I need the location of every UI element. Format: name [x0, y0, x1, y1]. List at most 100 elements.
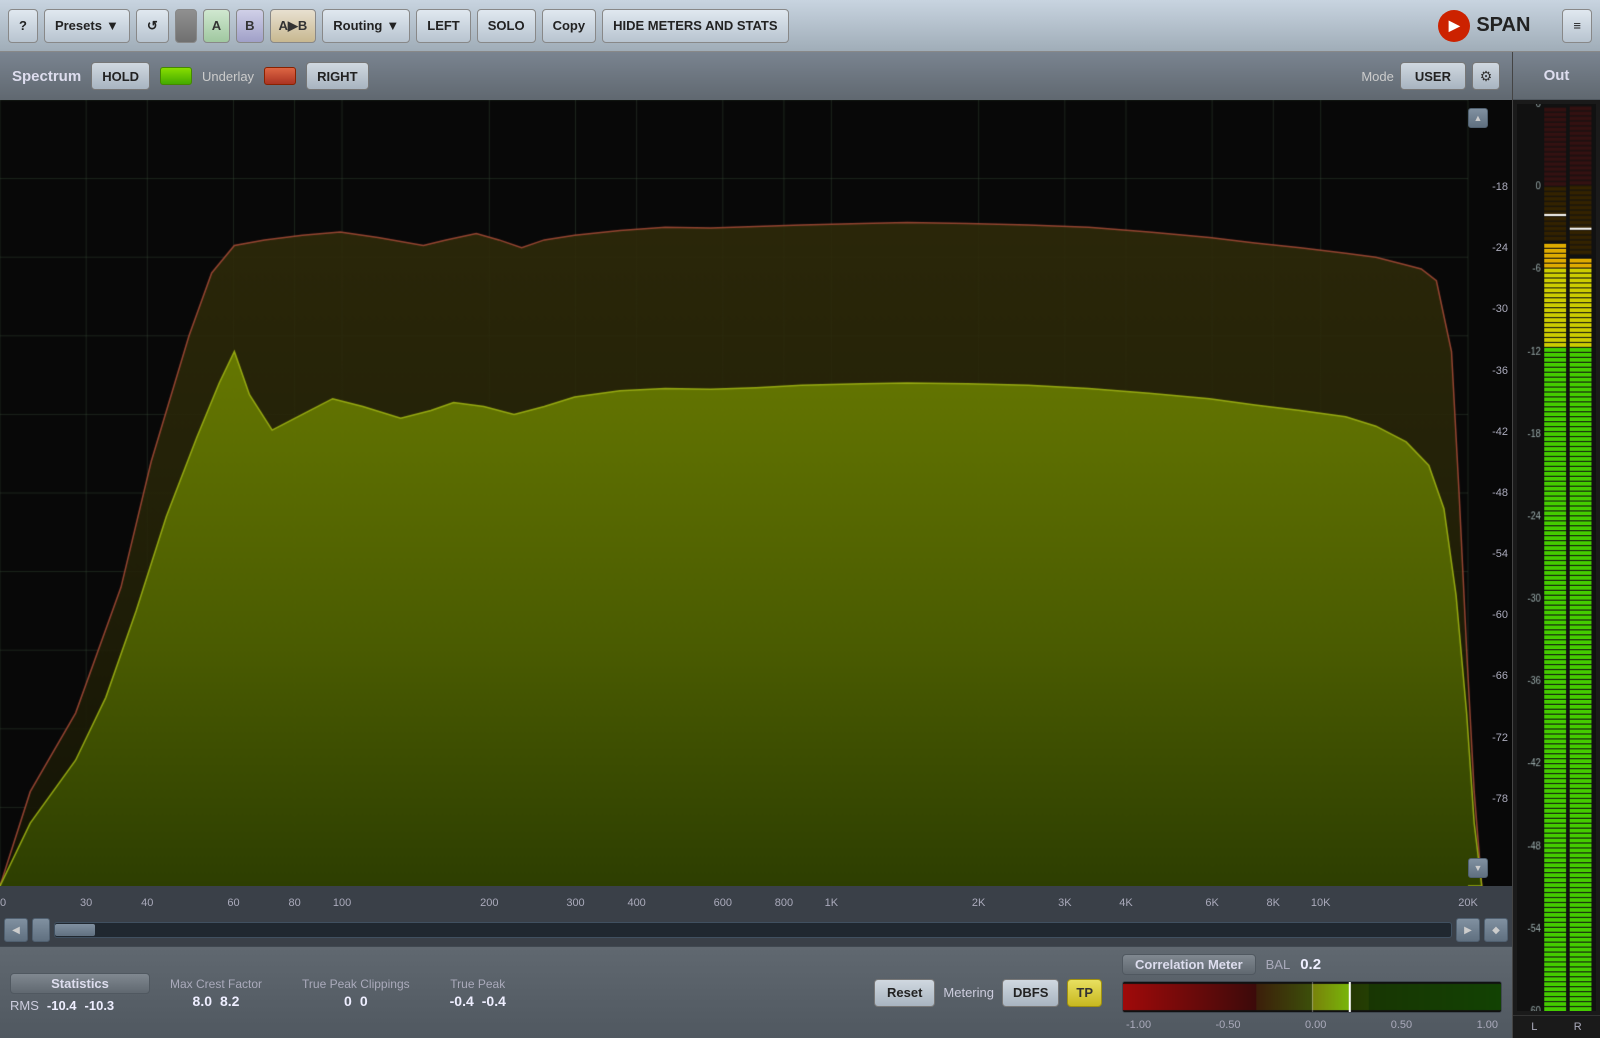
bal-label: BAL [1266, 957, 1291, 972]
rms-r-value: -10.3 [85, 998, 115, 1013]
freq-label-3K: 3K [1058, 897, 1071, 909]
true-peak-clips-l: 0 [344, 993, 352, 1009]
brand-icon: ▶ [1438, 10, 1470, 42]
brand-name: SPAN [1476, 14, 1530, 37]
freq-label-300: 300 [566, 897, 584, 909]
freq-label-200: 200 [480, 897, 498, 909]
correlation-section: Correlation Meter BAL 0.2 -1.00 -0.50 0.… [1122, 954, 1502, 1031]
copy-button[interactable]: Copy [542, 9, 597, 43]
presets-arrow-icon: ▼ [106, 18, 119, 33]
freq-label-60: 60 [227, 897, 239, 909]
brand: ▶ SPAN [1438, 10, 1530, 42]
reset-icon-button[interactable]: ↺ [136, 9, 169, 43]
bal-value: 0.2 [1300, 956, 1321, 973]
dbfs-button[interactable]: DBFS [1002, 979, 1059, 1007]
presets-label: Presets [55, 18, 102, 33]
freq-label-8K: 8K [1267, 897, 1280, 909]
tp-button[interactable]: TP [1067, 979, 1102, 1007]
rms-row: RMS -10.4 -10.3 [10, 998, 150, 1013]
scroll-bar: ◀ ▶ ◆ [0, 914, 1512, 946]
true-peak-l: -0.4 [450, 993, 474, 1009]
correlation-meter[interactable] [1122, 981, 1502, 1013]
freq-label-10K: 10K [1311, 897, 1331, 909]
statistics-section: Statistics RMS -10.4 -10.3 [10, 973, 150, 1013]
statistics-title: Statistics [10, 973, 150, 994]
freq-label-20: 20 [0, 897, 6, 909]
corr-axis-1: 1.00 [1477, 1019, 1498, 1031]
freq-label-100: 100 [333, 897, 351, 909]
scroll-left-button[interactable]: ◀ [4, 918, 28, 942]
spectrum-title: Spectrum [12, 68, 81, 85]
brand-icon-symbol: ▶ [1449, 17, 1460, 34]
stats-details: Max Crest Factor 8.0 8.2 True Peak Clipp… [170, 977, 506, 1009]
true-peak-clips-r: 0 [360, 993, 368, 1009]
stats-bar: Statistics RMS -10.4 -10.3 Max Crest Fac… [0, 946, 1512, 1038]
true-peak-label: True Peak [450, 977, 505, 991]
settings-button[interactable]: ⚙ [1472, 62, 1500, 90]
ab-button[interactable]: A▶B [270, 9, 317, 43]
gray-btn[interactable] [175, 9, 197, 43]
hide-meters-button[interactable]: HIDE METERS AND STATS [602, 9, 788, 43]
help-button[interactable]: ? [8, 9, 38, 43]
freq-label-4K: 4K [1119, 897, 1132, 909]
scroll-thumb [55, 924, 95, 936]
freq-label-2K: 2K [972, 897, 985, 909]
freq-label-800: 800 [775, 897, 793, 909]
freq-label-30: 30 [80, 897, 92, 909]
corr-axis-minus1: -1.00 [1126, 1019, 1151, 1031]
metering-label: Metering [943, 985, 994, 1000]
routing-arrow-icon: ▼ [386, 18, 399, 33]
corr-axis-zero: 0.00 [1305, 1019, 1326, 1031]
spectrum-canvas[interactable] [0, 100, 1512, 886]
scroll-track[interactable] [54, 922, 1452, 938]
menu-button[interactable]: ≡ [1562, 9, 1592, 43]
routing-label: Routing [333, 18, 382, 33]
rms-l-value: -10.4 [47, 998, 77, 1013]
routing-button[interactable]: Routing ▼ [322, 9, 410, 43]
scroll-right-button[interactable]: ▶ [1456, 918, 1480, 942]
vu-r-label: R [1574, 1019, 1582, 1035]
freq-label-1K: 1K [825, 897, 838, 909]
max-crest-r: 8.2 [220, 993, 239, 1009]
metering-section: Reset Metering DBFS TP [874, 979, 1102, 1007]
toolbar: ? Presets ▼ ↺ A B A▶B Routing ▼ LEFT SOL… [0, 0, 1600, 52]
freq-label-400: 400 [627, 897, 645, 909]
freq-label-80: 80 [288, 897, 300, 909]
true-peak-clips-block: True Peak Clippings 0 0 [302, 977, 410, 1009]
underlay-label: Underlay [202, 69, 254, 84]
main: Spectrum HOLD Underlay RIGHT Mode USER ⚙… [0, 52, 1600, 1038]
vu-bars [1513, 100, 1600, 1015]
a-button[interactable]: A [203, 9, 230, 43]
correlation-axis: -1.00 -0.50 0.00 0.50 1.00 [1122, 1019, 1502, 1031]
max-crest-l: 8.0 [193, 993, 212, 1009]
freq-label-6K: 6K [1205, 897, 1218, 909]
corr-axis-05: 0.50 [1391, 1019, 1412, 1031]
right-button[interactable]: RIGHT [306, 62, 368, 90]
freq-axis: 20 30 40 60 80 100 200 300 400 600 800 1K 2K 3K 4K 6K 8K… [0, 886, 1512, 914]
b-button[interactable]: B [236, 9, 263, 43]
user-mode-button[interactable]: USER [1400, 62, 1466, 90]
left-button[interactable]: LEFT [416, 9, 471, 43]
presets-button[interactable]: Presets ▼ [44, 9, 130, 43]
mode-label: Mode [1361, 69, 1394, 84]
true-peak-r: -0.4 [482, 993, 506, 1009]
reset-button[interactable]: Reset [874, 979, 935, 1007]
true-peak-block: True Peak -0.4 -0.4 [450, 977, 506, 1009]
right-indicator[interactable] [264, 67, 296, 85]
freq-label-40: 40 [141, 897, 153, 909]
vu-l-label: L [1531, 1019, 1537, 1035]
mode-section: Mode USER ⚙ [1361, 62, 1500, 90]
true-peak-clips-label: True Peak Clippings [302, 977, 410, 991]
correlation-header: Correlation Meter BAL 0.2 [1122, 954, 1502, 975]
rms-label: RMS [10, 998, 39, 1013]
spectrum-header: Spectrum HOLD Underlay RIGHT Mode USER ⚙ [0, 52, 1512, 100]
scroll-left2-button[interactable] [32, 918, 50, 942]
vu-meter: Out L R [1512, 52, 1600, 1038]
vu-header: Out [1513, 52, 1600, 100]
scroll-diamond-button[interactable]: ◆ [1484, 918, 1508, 942]
solo-button[interactable]: SOLO [477, 9, 536, 43]
green-indicator[interactable] [160, 67, 192, 85]
max-crest-label: Max Crest Factor [170, 977, 262, 991]
freq-label-600: 600 [714, 897, 732, 909]
hold-button[interactable]: HOLD [91, 62, 150, 90]
